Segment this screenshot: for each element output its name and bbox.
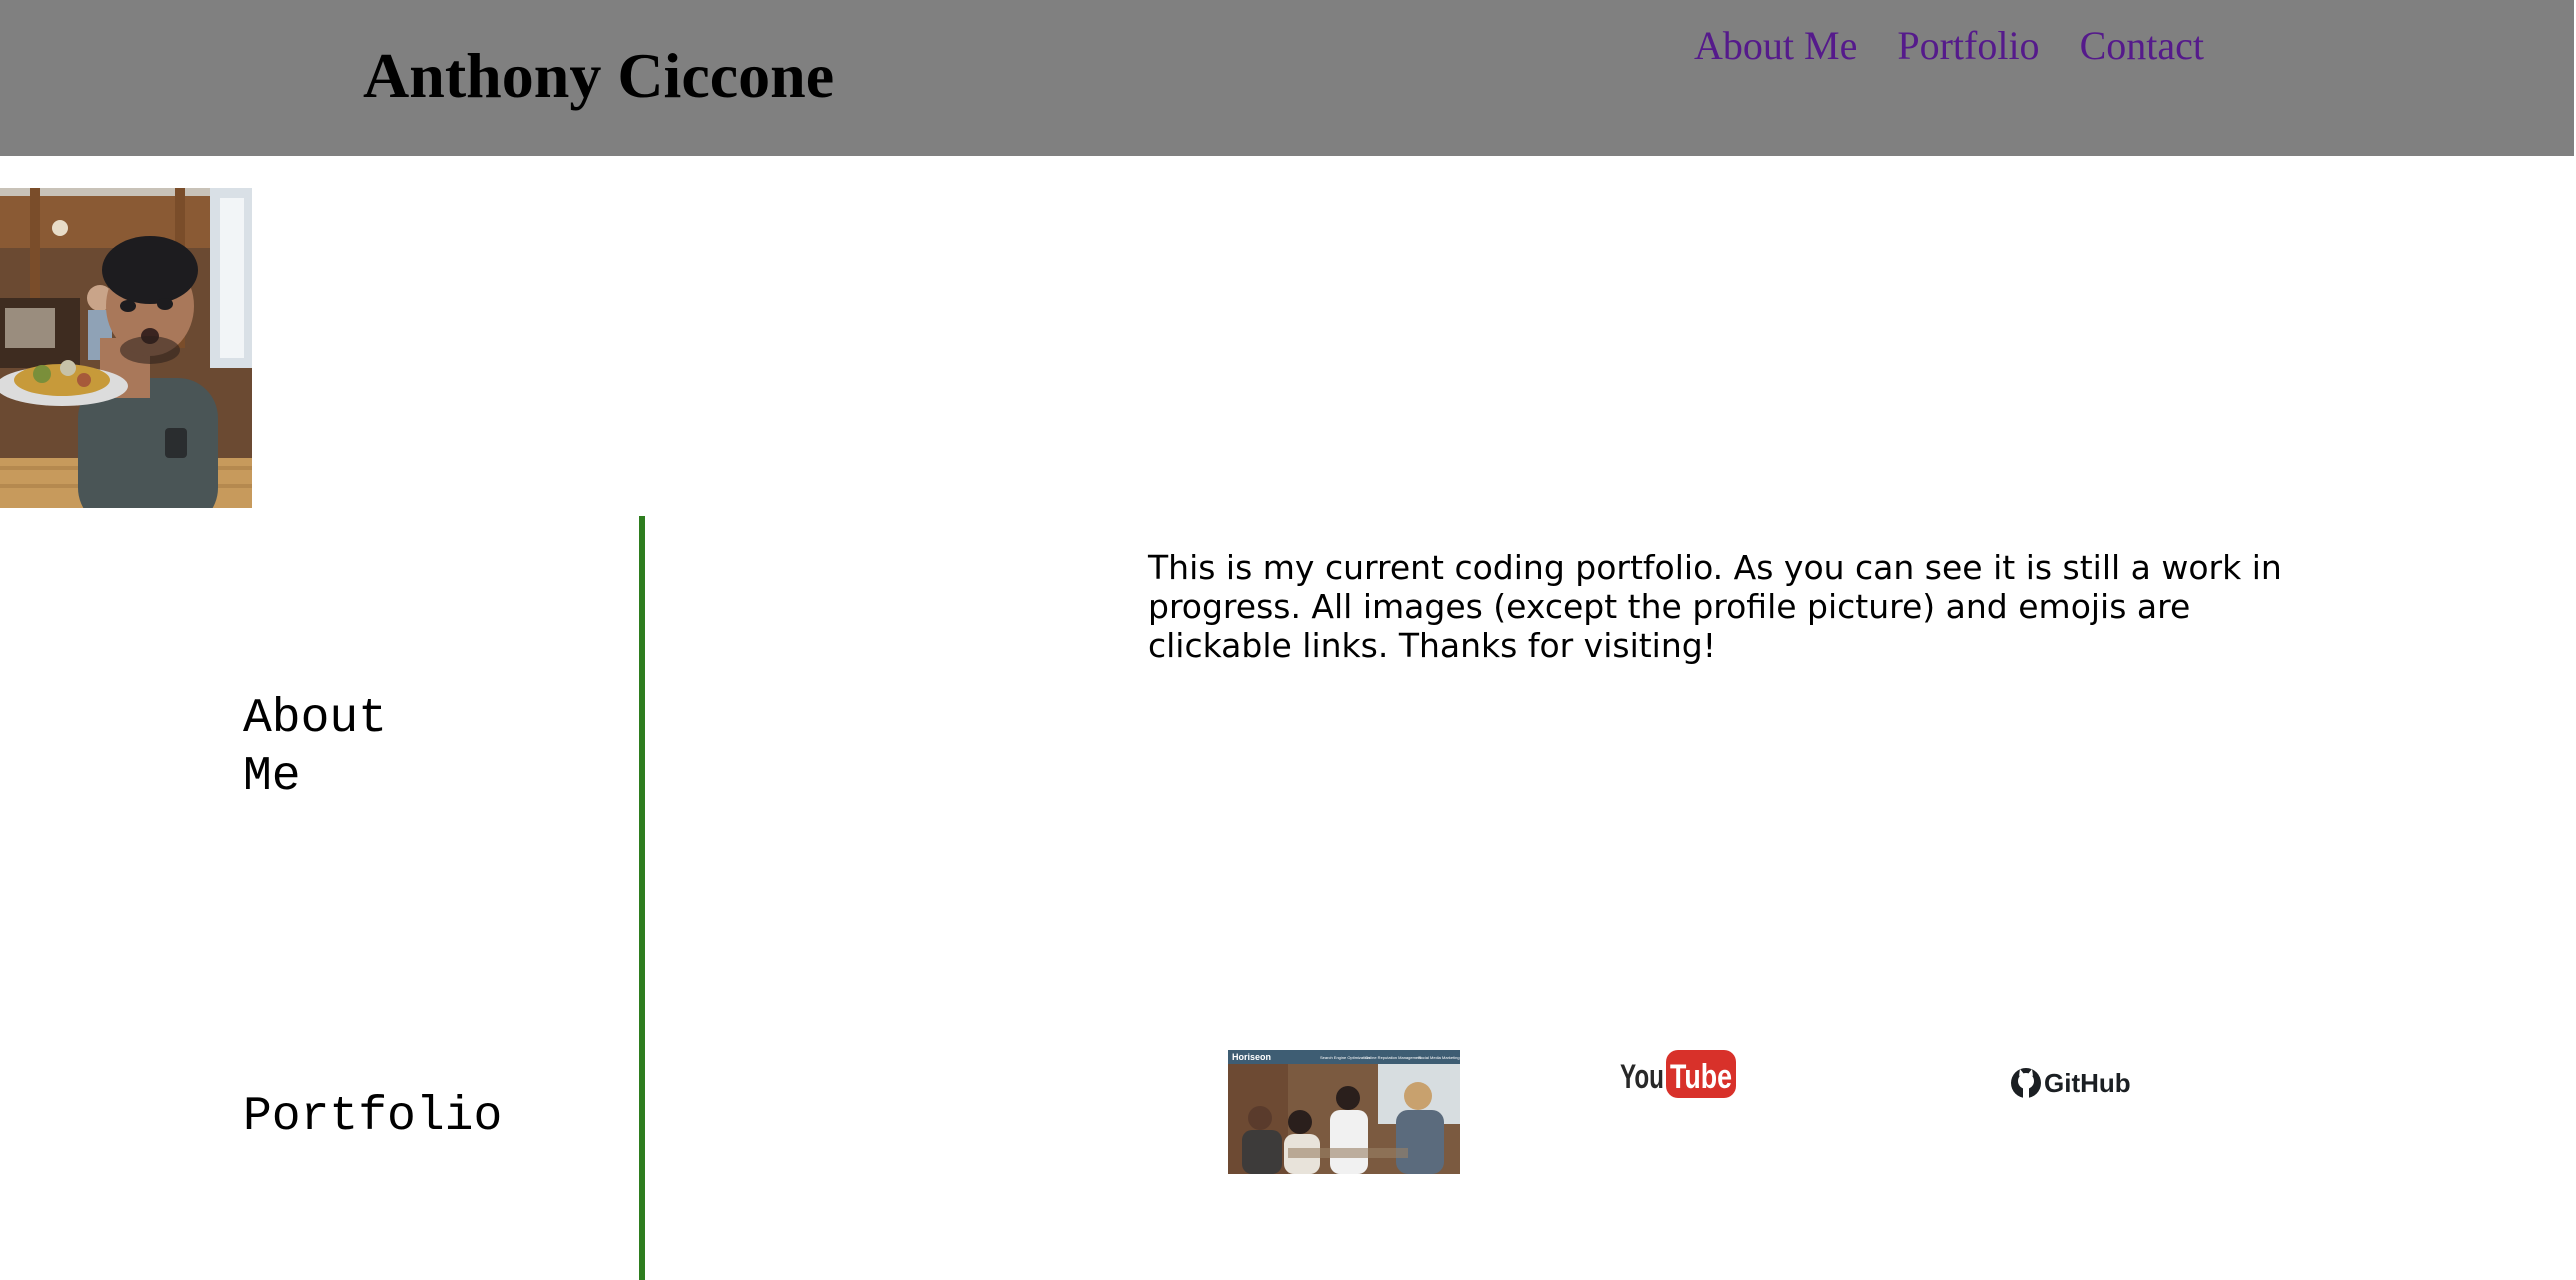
main-nav: About Me Portfolio Contact — [1694, 18, 2204, 74]
github-logo-icon: GitHub — [2011, 1068, 2131, 1099]
youtube-logo-icon: You Tube — [1620, 1050, 1736, 1098]
profile-picture — [0, 188, 252, 508]
horiseon-logo-text: Horiseon — [1232, 1052, 1271, 1062]
youtube-you-text: You — [1620, 1058, 1664, 1096]
intro-text: This is my current coding portfolio. As … — [1148, 548, 2282, 665]
horiseon-nav-2: Online Reputation Management — [1365, 1055, 1422, 1060]
vertical-divider — [639, 516, 645, 1280]
horiseon-nav-1: Search Engine Optimization — [1320, 1055, 1370, 1060]
nav-portfolio-link[interactable]: Portfolio — [1897, 18, 2039, 74]
site-title: Anthony Ciccone — [363, 40, 835, 111]
github-label: GitHub — [2044, 1068, 2130, 1098]
horiseon-screenshot-thumbnail: Horiseon Search Engine Optimization Onli… — [1228, 1050, 1460, 1174]
youtube-link[interactable]: You Tube — [1620, 1050, 1736, 1098]
nav-contact-link[interactable]: Contact — [2080, 18, 2204, 74]
site-header: Anthony Ciccone About Me Portfolio Conta… — [0, 0, 2574, 156]
portfolio-heading: Portfolio — [243, 1090, 503, 1144]
horiseon-project-link[interactable]: Horiseon Search Engine Optimization Onli… — [1228, 1050, 1460, 1174]
github-link[interactable]: GitHub — [2010, 1063, 2131, 1103]
about-me-heading: About Me — [243, 692, 388, 804]
nav-about-me-link[interactable]: About Me — [1694, 18, 1857, 74]
horiseon-nav-3: Social Media Marketing — [1418, 1055, 1460, 1060]
youtube-tube-text: Tube — [1670, 1058, 1732, 1096]
